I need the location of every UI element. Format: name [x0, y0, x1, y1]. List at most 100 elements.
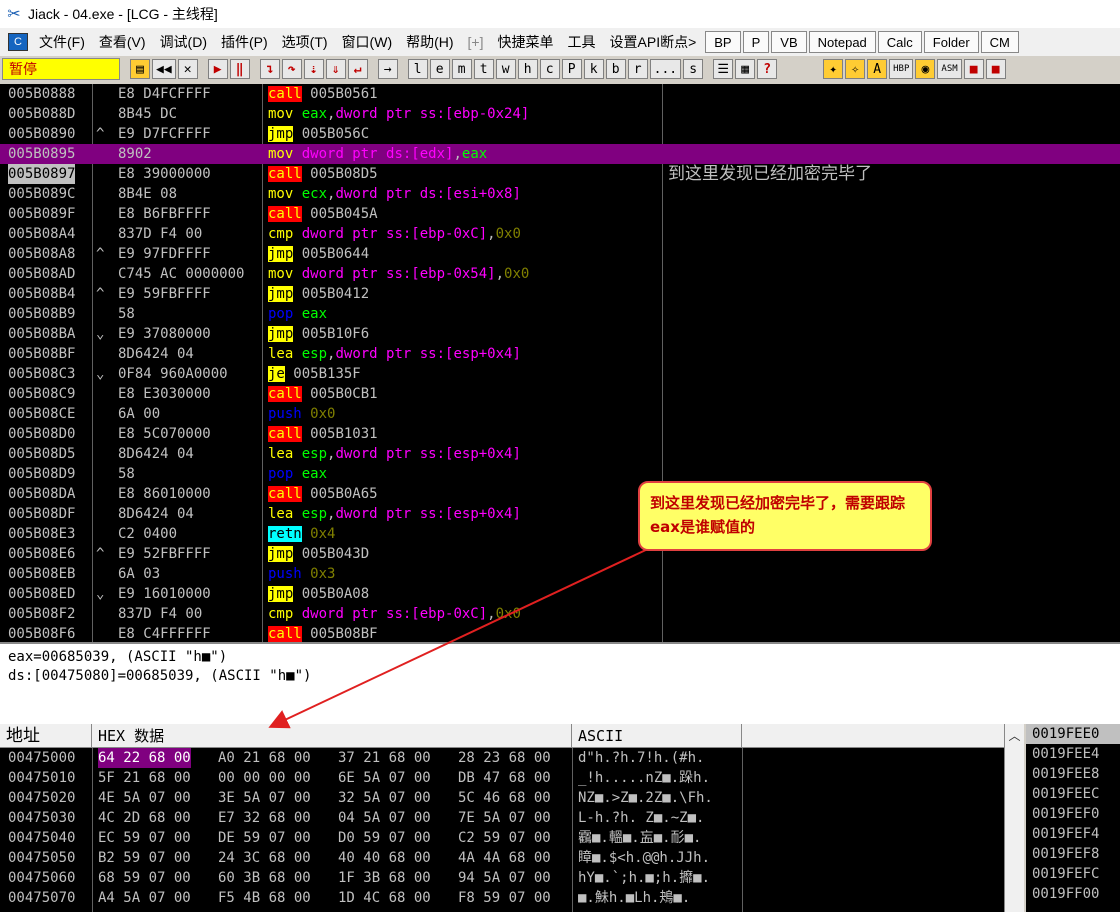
trace-over-icon[interactable]: ⇓: [325, 59, 346, 79]
disasm-row[interactable]: 005B08B4 ^ E9 59FBFFFF jmp 005B0412: [0, 284, 1120, 304]
plugin-tool-2-icon[interactable]: ✧: [845, 59, 866, 79]
toolbar-handles-button[interactable]: h: [517, 59, 538, 79]
step-into-icon[interactable]: ↴: [259, 59, 280, 79]
goto-icon[interactable]: →: [377, 59, 398, 79]
disasm-row[interactable]: 005B08A4 837D F4 00 cmp dword ptr ss:[ebp-…: [0, 224, 1120, 244]
disasm-row[interactable]: 005B08F2 837D F4 00 cmp dword ptr ss:[ebp-…: [0, 604, 1120, 624]
disasm-row[interactable]: 005B08A8 ^ E9 97FDFFFF jmp 005B0644: [0, 244, 1120, 264]
disasm-row[interactable]: 005B08D0 E8 5C070000 call 005B1031: [0, 424, 1120, 444]
close-icon[interactable]: ✕: [177, 59, 198, 79]
dump-row[interactable]: 00475040 EC 59 07 00 DE 59 07 00 D0 59 07 0…: [0, 828, 1004, 848]
toolbar-source-button[interactable]: s: [683, 59, 704, 79]
restart-icon[interactable]: ◀◀: [152, 59, 176, 79]
dump-row[interactable]: 00475060 68 59 07 00 60 3B 68 00 1F 3B 68 0…: [0, 868, 1004, 888]
menu-file[interactable]: 文件(F): [32, 32, 92, 52]
disasm-row[interactable]: 005B08E6 ^ E9 52FBFFFF jmp 005B043D: [0, 544, 1120, 564]
hex-dump-pane[interactable]: 00475000 64 22 68 00 A0 21 68 00 37 21 68 0…: [0, 748, 1004, 912]
grid-icon[interactable]: ▦: [735, 59, 756, 79]
disasm-row[interactable]: 005B08EB 6A 03 push 0x3: [0, 564, 1120, 584]
dump-row[interactable]: 00475050 B2 59 07 00 24 3C 68 00 40 40 68 0…: [0, 848, 1004, 868]
plugin-tool-3-icon[interactable]: A: [867, 59, 888, 79]
disasm-row[interactable]: 005B0897 E8 39000000 call 005B08D5 到这里发现已经加…: [0, 164, 1120, 184]
scroll-up-icon[interactable]: ︿: [1005, 724, 1024, 748]
disasm-row[interactable]: 005B088D 8B45 DC mov eax,dword ptr ss:[ebp…: [0, 104, 1120, 124]
toolbar-threads-button[interactable]: t: [473, 59, 494, 79]
stack-row[interactable]: 0019FF00: [1026, 884, 1120, 904]
stack-pane[interactable]: 0019FEE0 0019FEE4 0019FEE8 0019FEEC 0019FEF0…: [1026, 724, 1120, 912]
plugin-tool-4-icon[interactable]: ◉: [915, 59, 936, 79]
dump-row[interactable]: 00475070 A4 5A 07 00 F5 4B 68 00 1D 4C 68 0…: [0, 888, 1004, 908]
stack-row[interactable]: 0019FEE0: [1026, 724, 1120, 744]
stack-row[interactable]: 0019FEEC: [1026, 784, 1120, 804]
help-icon[interactable]: ?: [757, 59, 778, 79]
disasm-row[interactable]: 005B08CE 6A 00 push 0x0: [0, 404, 1120, 424]
dump-row[interactable]: 00475030 4C 2D 68 00 E7 32 68 00 04 5A 07 0…: [0, 808, 1004, 828]
toolbar-memory-button[interactable]: m: [451, 59, 472, 79]
step-over-icon[interactable]: ↷: [281, 59, 302, 79]
plugin-bp-button[interactable]: BP: [705, 31, 741, 53]
run-icon[interactable]: ▶: [207, 59, 228, 79]
disasm-row[interactable]: 005B08B9 58 pop eax: [0, 304, 1120, 324]
disasm-row[interactable]: 005B08C9 E8 E3030000 call 005B0CB1: [0, 384, 1120, 404]
execute-till-return-icon[interactable]: ↵: [347, 59, 368, 79]
disasm-row[interactable]: 005B0895 8902 mov dword ptr ds:[edx],eax: [0, 144, 1120, 164]
plugin-calc-button[interactable]: Calc: [877, 31, 922, 53]
plugin-folder-button[interactable]: Folder: [923, 31, 979, 53]
disasm-row[interactable]: 005B0890 ^ E9 D7FCFFFF jmp 005B056C: [0, 124, 1120, 144]
list-icon[interactable]: ☰: [713, 59, 734, 79]
disasm-row[interactable]: 005B089C 8B4E 08 mov ecx,dword ptr ds:[esi…: [0, 184, 1120, 204]
plugin-tool-5-icon[interactable]: ■: [963, 59, 984, 79]
plugin-tool-6-icon[interactable]: ■: [985, 59, 1006, 79]
pause-icon[interactable]: ‖: [229, 59, 250, 79]
stack-row[interactable]: 0019FEF0: [1026, 804, 1120, 824]
stack-row[interactable]: 0019FEF4: [1026, 824, 1120, 844]
open-icon[interactable]: ▤: [130, 59, 150, 79]
menu-options[interactable]: 选项(T): [275, 32, 335, 52]
plugin-notepad-button[interactable]: Notepad: [808, 31, 876, 53]
doc-icon[interactable]: C: [8, 33, 28, 51]
stack-row[interactable]: 0019FEE8: [1026, 764, 1120, 784]
dump-col-ascii[interactable]: ASCII: [572, 724, 742, 747]
menu-set-api-bp[interactable]: 设置API断点>: [603, 32, 704, 52]
menu-view[interactable]: 查看(V): [92, 32, 153, 52]
hbp-icon[interactable]: HBP: [889, 59, 914, 79]
toolbar-callstack-button[interactable]: k: [583, 59, 604, 79]
disasm-row[interactable]: 005B08BF 8D6424 04 lea esp,dword ptr ss:[e…: [0, 344, 1120, 364]
menu-tools[interactable]: 工具: [561, 32, 603, 52]
plugin-tool-1-icon[interactable]: ✦: [823, 59, 844, 79]
toolbar-log-button[interactable]: l: [407, 59, 428, 79]
disasm-row[interactable]: 005B08C3 ⌄ 0F84 960A0000 je 005B135F: [0, 364, 1120, 384]
dump-row[interactable]: 00475010 5F 21 68 00 00 00 00 00 6E 5A 07 0…: [0, 768, 1004, 788]
disasm-row[interactable]: 005B08F6 E8 C4FFFFFF call 005B08BF: [0, 624, 1120, 642]
disasm-row[interactable]: 005B08DF 8D6424 04 lea esp,dword ptr ss:[e…: [0, 504, 1120, 524]
disasm-row[interactable]: 005B08ED ⌄ E9 16010000 jmp 005B0A08: [0, 584, 1120, 604]
toolbar-breakpoints-button[interactable]: b: [605, 59, 626, 79]
dump-row[interactable]: 00475020 4E 5A 07 00 3E 5A 07 00 32 5A 07 0…: [0, 788, 1004, 808]
toolbar-patches-button[interactable]: P: [561, 59, 582, 79]
stack-row[interactable]: 0019FEF8: [1026, 844, 1120, 864]
toolbar-trace-button[interactable]: ...: [649, 59, 682, 79]
menu-plus[interactable]: [+]: [461, 34, 491, 50]
menu-window[interactable]: 窗口(W): [335, 32, 400, 52]
disasm-row[interactable]: 005B08AD C745 AC 0000000 mov dword ptr ss:…: [0, 264, 1120, 284]
dump-col-hex[interactable]: HEX 数据: [92, 724, 572, 747]
disasm-row[interactable]: 005B0888 E8 D4FCFFFF call 005B0561: [0, 84, 1120, 104]
trace-into-icon[interactable]: ⇣: [303, 59, 324, 79]
plugin-cm-button[interactable]: CM: [980, 31, 1019, 53]
menu-plugins[interactable]: 插件(P): [214, 32, 275, 52]
toolbar-cpu-button[interactable]: c: [539, 59, 560, 79]
disasm-row[interactable]: 005B08DA E8 86010000 call 005B0A65: [0, 484, 1120, 504]
disasm-row[interactable]: 005B08D9 58 pop eax: [0, 464, 1120, 484]
toolbar-modules-button[interactable]: e: [429, 59, 450, 79]
menu-debug[interactable]: 调试(D): [153, 32, 214, 52]
menu-help[interactable]: 帮助(H): [399, 32, 460, 52]
menu-shortcuts[interactable]: 快捷菜单: [491, 32, 561, 52]
toolbar-references-button[interactable]: r: [627, 59, 648, 79]
plugin-vb-button[interactable]: VB: [771, 31, 807, 53]
plugin-p-button[interactable]: P: [742, 31, 770, 53]
stack-row[interactable]: 0019FEE4: [1026, 744, 1120, 764]
toolbar-windows-button[interactable]: w: [495, 59, 516, 79]
stack-row[interactable]: 0019FEFC: [1026, 864, 1120, 884]
disasm-row[interactable]: 005B08BA ⌄ E9 37080000 jmp 005B10F6: [0, 324, 1120, 344]
disasm-row[interactable]: 005B089F E8 B6FBFFFF call 005B045A: [0, 204, 1120, 224]
